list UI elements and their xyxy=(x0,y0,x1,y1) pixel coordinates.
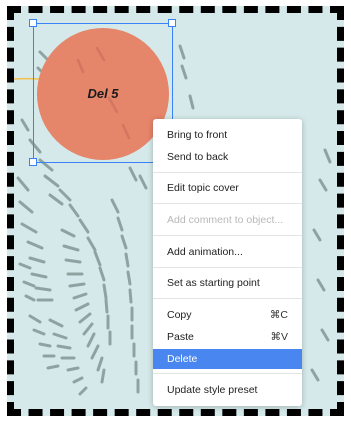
menu-item-label: Update style preset xyxy=(167,384,258,396)
menu-item-label: Set as starting point xyxy=(167,277,260,289)
menu-item-edit-topic-cover[interactable]: Edit topic cover xyxy=(153,178,302,198)
menu-item-copy[interactable]: Copy ⌘C xyxy=(153,305,302,325)
menu-separator xyxy=(153,373,302,374)
menu-item-label: Edit topic cover xyxy=(167,182,239,194)
menu-item-paste[interactable]: Paste ⌘V xyxy=(153,327,302,347)
menu-item-label: Paste xyxy=(167,331,194,343)
menu-separator xyxy=(153,235,302,236)
menu-item-add-animation[interactable]: Add animation... xyxy=(153,242,302,262)
menu-item-bring-to-front[interactable]: Bring to front xyxy=(153,125,302,145)
menu-separator xyxy=(153,172,302,173)
menu-item-label: Delete xyxy=(167,353,198,365)
menu-separator xyxy=(153,298,302,299)
menu-item-label: Copy xyxy=(167,309,192,321)
resize-handle-bottom-left[interactable] xyxy=(29,158,37,166)
menu-separator xyxy=(153,267,302,268)
shortcut-paste: ⌘V xyxy=(270,331,288,343)
menu-item-label: Add comment to object... xyxy=(167,214,284,226)
menu-item-send-to-back[interactable]: Send to back xyxy=(153,147,302,167)
context-menu: Bring to front Send to back Edit topic c… xyxy=(153,119,302,406)
resize-handle-top-left[interactable] xyxy=(29,19,37,27)
menu-separator xyxy=(153,203,302,204)
menu-item-add-comment: Add comment to object... xyxy=(153,210,302,230)
menu-item-label: Add animation... xyxy=(167,246,243,258)
menu-item-update-style-preset[interactable]: Update style preset xyxy=(153,380,302,400)
menu-item-label: Bring to front xyxy=(167,129,228,141)
shortcut-copy: ⌘C xyxy=(269,309,288,321)
menu-item-label: Send to back xyxy=(167,151,229,163)
resize-handle-top-right[interactable] xyxy=(168,19,176,27)
menu-item-delete[interactable]: Delete xyxy=(153,349,302,369)
menu-item-set-starting-point[interactable]: Set as starting point xyxy=(153,273,302,293)
selection-box xyxy=(33,23,173,163)
